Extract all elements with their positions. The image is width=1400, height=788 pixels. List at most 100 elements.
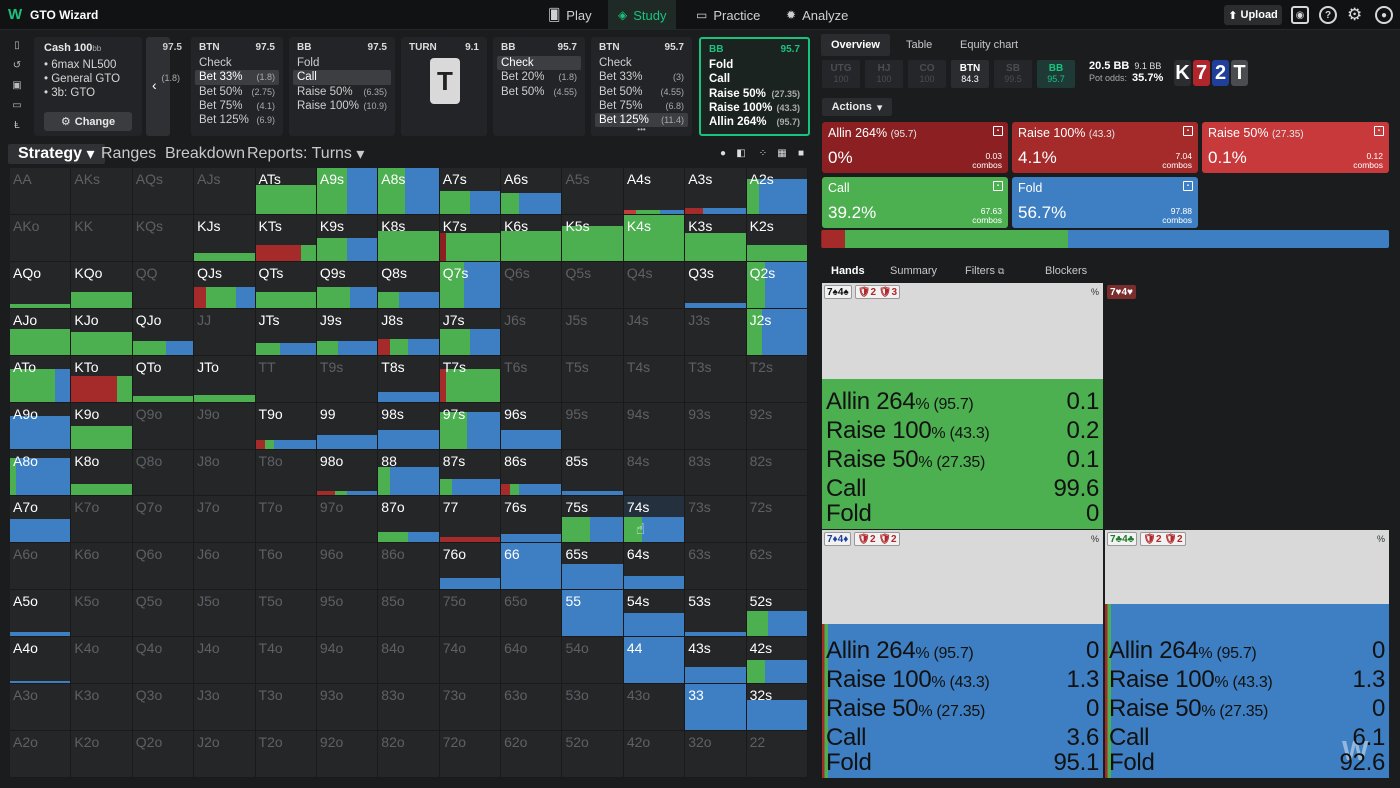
hand-cell[interactable]: 83s — [685, 449, 747, 497]
hand-cell[interactable]: A6o — [10, 543, 72, 591]
more-icon[interactable]: ••• — [599, 126, 684, 134]
hand-cell[interactable]: 75s — [562, 496, 624, 544]
hand-cell[interactable]: 54o — [562, 637, 624, 685]
tab-filters[interactable]: Filters ⧉ — [965, 262, 1004, 280]
hand-cell[interactable]: J7s — [439, 308, 502, 356]
hand-cell[interactable]: T3s — [685, 355, 747, 403]
hand-cell[interactable]: J4s — [623, 308, 686, 356]
hand-cell[interactable]: T7o — [255, 496, 317, 544]
hand-cell[interactable]: 43o — [623, 684, 686, 732]
hand-cell[interactable]: K9o — [71, 402, 133, 450]
hand-cell[interactable]: 92s — [746, 402, 808, 450]
hand-cell[interactable]: 93o — [316, 684, 379, 732]
hand-cell[interactable]: J4o — [194, 637, 256, 685]
hand-cell[interactable]: J2s — [746, 308, 808, 356]
logo-icon[interactable]: W — [8, 7, 24, 23]
node-bb-flop[interactable]: BB 97.5 Fold Call Raise 50% (6.35) Raise 1… — [289, 37, 395, 136]
hand-cell[interactable]: J6s — [501, 308, 563, 356]
hand-cell[interactable]: KJo — [71, 308, 133, 356]
expand-icon[interactable]: ▪ — [993, 126, 1003, 136]
action-option[interactable]: Bet 50% (4.55) — [497, 85, 581, 99]
hand-cell[interactable]: 94s — [623, 402, 686, 450]
hand-cell[interactable]: 65s — [562, 543, 624, 591]
hand-cell[interactable]: 32o — [685, 731, 747, 778]
hand-cell[interactable]: 84o — [378, 637, 440, 685]
hand-cell[interactable]: K7o — [71, 496, 133, 544]
nav-play[interactable]: 🂠 Play — [538, 0, 602, 30]
hand-cell[interactable]: A6s — [501, 168, 563, 215]
expand-icon[interactable]: ▪ — [1183, 181, 1193, 191]
hand-cell[interactable]: 73s — [685, 496, 747, 544]
hand-cell[interactable]: T9o — [255, 402, 317, 450]
action-option[interactable]: Bet 75% (6.8) — [595, 99, 688, 113]
action-option[interactable]: Fold — [293, 56, 391, 70]
hand-cell[interactable]: 74o — [439, 637, 502, 685]
hand-cell[interactable]: KQo — [71, 261, 133, 309]
hand-cell[interactable]: A5s — [562, 168, 624, 215]
nav-analyze[interactable]: ✹ Analyze — [776, 0, 858, 30]
action-option[interactable]: Bet 75% (4.1) — [195, 99, 279, 113]
hand-cell[interactable]: 88 — [378, 449, 440, 497]
hand-cell[interactable]: A3o — [10, 684, 72, 732]
hand-cell[interactable]: K3o — [71, 684, 133, 732]
hand-cell[interactable]: T3o — [255, 684, 317, 732]
hand-cell[interactable]: J9s — [316, 308, 379, 356]
view-small-grid-icon[interactable]: ⁘ — [756, 147, 770, 161]
hand-cell[interactable]: J5o — [194, 590, 256, 638]
hand-cell[interactable]: QJo — [132, 308, 195, 356]
hand-combo-card[interactable]: 7♥4♥ — [1105, 283, 1387, 529]
hand-cell[interactable]: 65o — [501, 590, 563, 638]
hand-cell[interactable]: KTs — [255, 214, 317, 262]
node-turn[interactable]: TURN 9.1 T — [401, 37, 487, 136]
hand-cell[interactable]: A3s — [685, 168, 747, 215]
hand-cell[interactable]: AJs — [194, 168, 256, 215]
hand-cell[interactable]: 52o — [562, 731, 624, 778]
tab-equity-chart[interactable]: Equity chart — [960, 34, 1018, 56]
hand-cell[interactable]: Q9o — [132, 402, 195, 450]
hand-cell[interactable]: T8o — [255, 449, 317, 497]
hand-cell[interactable]: Q3s — [685, 261, 747, 309]
hand-cell[interactable]: J3o — [194, 684, 256, 732]
gear-icon[interactable]: ⚙ — [1347, 5, 1362, 25]
view-grid-icon[interactable]: ▦ — [775, 147, 789, 161]
chevron-left-icon[interactable]: ‹ — [152, 77, 157, 93]
hand-cell[interactable]: Q5s — [562, 261, 624, 309]
tab-reports[interactable]: Reports: Turns ▾ — [247, 144, 364, 164]
action-option[interactable]: Raise 100% (43.3) — [705, 101, 804, 115]
action-option[interactable]: Bet 50% (4.55) — [595, 85, 688, 99]
action-option[interactable]: Bet 20% (1.8) — [497, 70, 581, 84]
expand-icon[interactable]: ▪ — [1183, 126, 1193, 136]
percent-toggle[interactable]: % — [1091, 287, 1099, 297]
hand-cell[interactable]: A7o — [10, 496, 72, 544]
hand-cell[interactable]: 92o — [316, 731, 379, 778]
hand-cell[interactable]: Q8s — [378, 261, 440, 309]
hand-cell[interactable]: KQs — [132, 214, 195, 262]
hand-cell[interactable]: J5s — [562, 308, 624, 356]
action-card-allin[interactable]: Allin 264% (95.7) ▪ 0% 0.03 combos — [822, 122, 1008, 173]
hand-cell[interactable]: Q6o — [132, 543, 195, 591]
hand-cell[interactable]: 73o — [439, 684, 502, 732]
hand-cell[interactable]: A7s — [439, 168, 502, 215]
hand-cell[interactable]: 63o — [501, 684, 563, 732]
hand-cell[interactable]: K5s — [562, 214, 624, 262]
tab-summary[interactable]: Summary — [890, 262, 937, 280]
hand-cell[interactable]: T2s — [746, 355, 808, 403]
hand-cell[interactable]: K2s — [746, 214, 808, 262]
hand-cell[interactable]: 63s — [685, 543, 747, 591]
hand-cell[interactable]: JTo — [194, 355, 256, 403]
nav-study[interactable]: ◈ Study — [608, 0, 677, 30]
hand-cell[interactable]: J8o — [194, 449, 256, 497]
hand-cell[interactable]: 42o — [623, 731, 686, 778]
hand-cell[interactable]: 33 — [685, 684, 747, 732]
hand-cell[interactable]: 82o — [378, 731, 440, 778]
hand-cell[interactable]: 93s — [685, 402, 747, 450]
hand-cell[interactable]: 99 — [316, 402, 379, 450]
percent-toggle[interactable]: % — [1377, 534, 1385, 544]
hand-cell[interactable]: JTs — [255, 308, 317, 356]
hand-cell[interactable]: 32s — [746, 684, 808, 732]
hand-cell[interactable]: 77 — [439, 496, 502, 544]
hand-cell[interactable]: 84s — [623, 449, 686, 497]
bookmark-icon[interactable]: ▯ — [10, 40, 24, 52]
hand-cell[interactable]: Q4o — [132, 637, 195, 685]
tab-table[interactable]: Table — [906, 34, 932, 56]
